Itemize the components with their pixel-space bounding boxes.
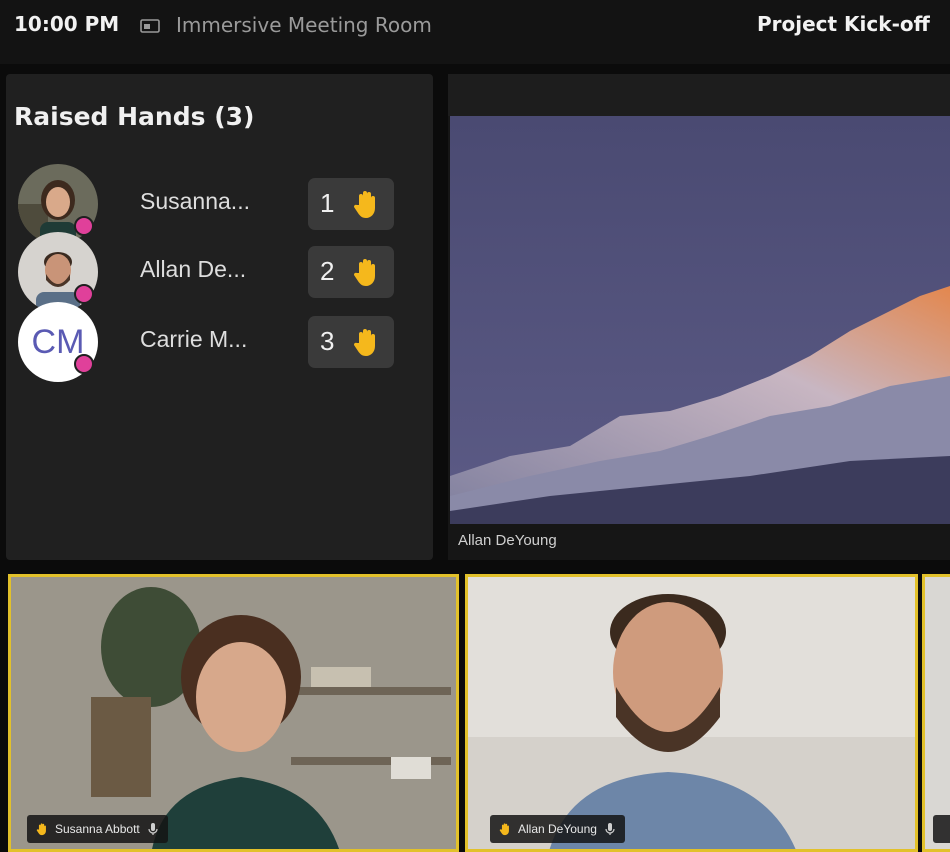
participant-name: Susanna Abbott <box>55 822 140 836</box>
raised-hand-order: 3 <box>320 326 335 356</box>
participant-nameplate: Allan DeYoung <box>490 815 625 843</box>
microphone-icon <box>605 823 615 835</box>
raised-hand-name: Allan De... <box>140 256 247 282</box>
room-name: Immersive Meeting Room <box>176 13 432 37</box>
raised-hands-title: Raised Hands (3) <box>14 102 255 131</box>
shared-mountain-image[interactable] <box>450 116 950 524</box>
raised-hand-icon <box>353 259 375 286</box>
presence-dot <box>74 354 94 374</box>
participant-video <box>11 577 456 849</box>
participant-video <box>925 577 950 849</box>
raised-hand-order: 1 <box>320 188 335 218</box>
top-bar: 10:00 PM Immersive Meeting Room Project … <box>0 0 950 64</box>
raised-hand-order-badge[interactable]: 3 <box>308 316 394 368</box>
raised-hand-row[interactable]: Allan De... 2 <box>18 232 428 312</box>
shared-content-caption: Allan DeYoung <box>458 532 557 549</box>
video-tile[interactable] <box>922 574 950 852</box>
microphone-icon <box>148 823 158 835</box>
raised-hand-row[interactable]: CM Carrie M... 3 <box>18 302 428 382</box>
raised-hands-panel: Raised Hands (3) Susanna... 1 Allan De..… <box>6 74 433 560</box>
raised-hand-name: Susanna... <box>140 188 250 214</box>
clock-time: 10:00 PM <box>14 12 120 36</box>
shared-content-panel: Allan DeYoung <box>448 74 950 560</box>
raised-hand-order: 2 <box>320 256 335 286</box>
video-tile[interactable]: Susanna Abbott <box>8 574 459 852</box>
raised-hand-icon <box>353 329 375 356</box>
participant-nameplate: Susanna Abbott <box>27 815 168 843</box>
participant-name: Allan DeYoung <box>518 822 597 836</box>
raised-hand-icon <box>36 823 46 836</box>
participant-nameplate <box>933 815 950 843</box>
video-tile[interactable]: Allan DeYoung <box>465 574 918 852</box>
raised-hand-icon <box>353 191 375 218</box>
raised-hand-order-badge[interactable]: 2 <box>308 246 394 298</box>
raised-hand-name: Carrie M... <box>140 326 248 352</box>
raised-hand-icon <box>499 823 509 836</box>
raised-hand-row[interactable]: Susanna... 1 <box>18 164 428 244</box>
meeting-title: Project Kick-off <box>757 12 930 36</box>
participant-video <box>468 577 915 849</box>
presence-dot <box>74 284 94 304</box>
raised-hand-order-badge[interactable]: 1 <box>308 178 394 230</box>
shared-content-header <box>448 74 950 116</box>
screen-share-icon <box>140 19 160 33</box>
